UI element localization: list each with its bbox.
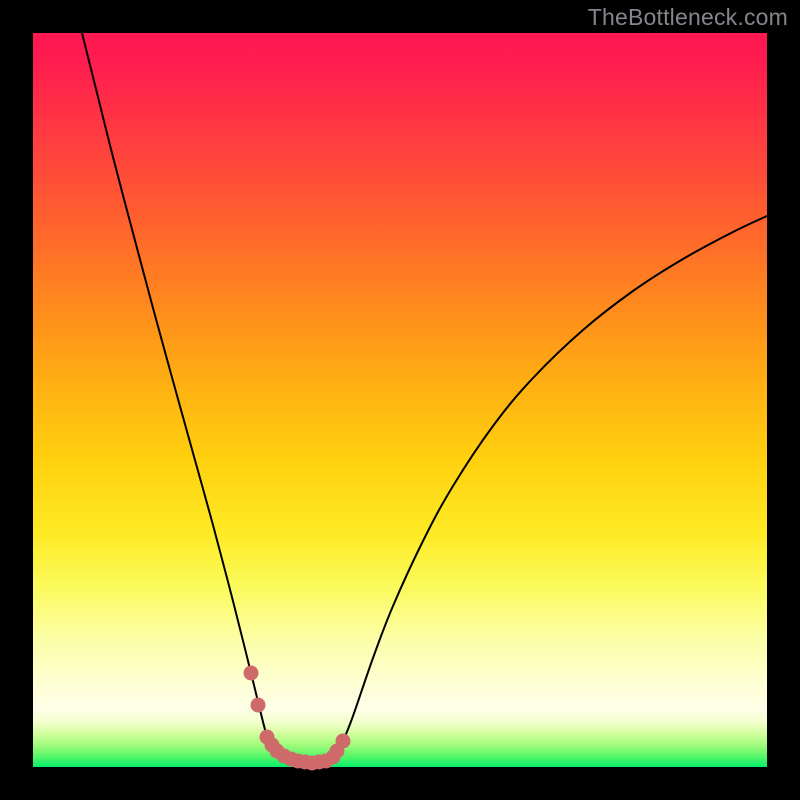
curve-left-branch <box>82 33 312 763</box>
curve-path-left <box>82 33 312 763</box>
curve-path-right <box>312 216 767 763</box>
marker-dot <box>336 734 351 749</box>
marker-dot <box>251 698 266 713</box>
chart-frame: TheBottleneck.com <box>0 0 800 800</box>
marker-group <box>244 666 351 771</box>
curve-right-branch <box>312 216 767 763</box>
watermark-text: TheBottleneck.com <box>588 4 788 31</box>
marker-dot <box>244 666 259 681</box>
chart-svg <box>33 33 767 767</box>
